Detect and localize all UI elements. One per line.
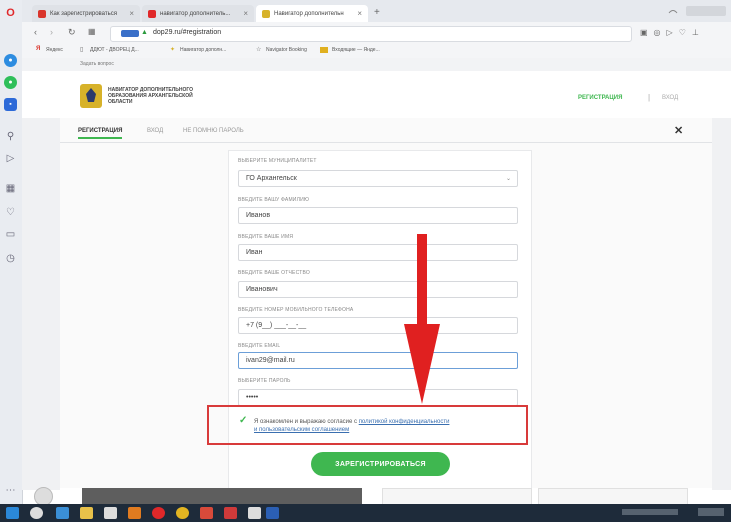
window-controls[interactable]	[686, 6, 726, 16]
messenger-icon[interactable]: ●	[4, 54, 17, 67]
tab-favicon-icon	[148, 9, 156, 18]
app-icon[interactable]	[128, 507, 141, 519]
word-taskbar-icon[interactable]	[266, 507, 279, 519]
tab-registration[interactable]: РЕГИСТРАЦИЯ	[78, 128, 123, 139]
tab-label: навигатор дополнитель...	[160, 10, 231, 17]
taskbar-clock	[698, 508, 724, 516]
vk-icon[interactable]: ▪	[4, 98, 17, 111]
close-tab-icon[interactable]: ×	[129, 9, 134, 18]
header-register-link[interactable]: РЕГИСТРАЦИЯ	[578, 95, 622, 101]
file-explorer-icon[interactable]	[80, 507, 93, 519]
top-info-bar	[22, 58, 731, 72]
bookmark-3[interactable]: Навигатор дополн...	[180, 47, 226, 53]
address-field[interactable]: ▲ dop29.ru/#registration	[110, 26, 632, 42]
annotation-arrow-icon	[404, 234, 440, 404]
region-emblem-icon[interactable]	[80, 84, 102, 108]
password-input[interactable]: •••••	[238, 389, 518, 406]
site-title-line: ОБЛАСТИ	[108, 99, 133, 105]
close-tab-icon[interactable]: ×	[243, 9, 248, 18]
toolbar-icons[interactable]: ▣◎▷♡⊥	[640, 28, 720, 38]
close-modal-icon[interactable]: ✕	[674, 124, 683, 137]
more-icon[interactable]: ⋯	[4, 484, 17, 497]
yandex-bookmark-icon: Я	[36, 46, 41, 52]
news-icon[interactable]: ▭	[4, 228, 17, 241]
whatsapp-icon[interactable]: ●	[4, 76, 17, 89]
tab-label: Навигатор дополнительн	[274, 10, 344, 17]
content-preview-strip	[60, 488, 712, 506]
first-name-label: ВВЕДИТЕ ВАШЕ ИМЯ	[238, 234, 294, 240]
header-login-link[interactable]: ВХОД	[662, 95, 678, 101]
speed-dial-icon[interactable]: ▦	[4, 182, 17, 195]
user-agreement-link[interactable]: и пользовательским соглашением	[254, 427, 349, 433]
wifi-icon	[668, 8, 678, 14]
cortana-icon[interactable]	[30, 507, 43, 519]
consent-text: Я ознакомлен и выражаю согласие с	[254, 419, 358, 425]
url-text: dop29.ru/#registration	[153, 29, 222, 36]
tab-label: Как зарегистрироваться	[50, 10, 117, 17]
patronymic-label: ВВЕДИТЕ ВАШЕ ОТЧЕСТВО	[238, 270, 310, 276]
windows-start-icon[interactable]	[6, 507, 19, 519]
tab-login[interactable]: ВХОД	[147, 128, 163, 134]
forward-icon[interactable]: ›	[50, 27, 53, 37]
bookmark-5[interactable]: Входящие — Янде...	[332, 47, 380, 53]
app-icon[interactable]	[248, 507, 261, 519]
surname-label: ВВЕДИТЕ ВАШУ ФАМИЛИЮ	[238, 197, 310, 203]
bookmark-4[interactable]: Navigator Booking	[266, 47, 307, 53]
tab-forgot-password[interactable]: НЕ ПОМНЮ ПАРОЛЬ	[183, 128, 244, 134]
back-icon[interactable]: ‹	[34, 27, 37, 37]
password-label: ВЫБЕРИТЕ ПАРОЛЬ	[238, 378, 291, 384]
tab-favicon-icon	[262, 9, 270, 18]
task-view-icon[interactable]	[56, 507, 69, 519]
consent-checkbox-check-icon[interactable]: ✓	[239, 415, 247, 426]
app-icon[interactable]	[224, 507, 237, 519]
tab-3-active[interactable]: Навигатор дополнительн ×	[256, 5, 368, 22]
app-icon[interactable]	[200, 507, 213, 519]
bookmark-1[interactable]: Яндекс	[46, 47, 63, 53]
ask-question-link[interactable]: Задать вопрос	[80, 61, 114, 67]
tab-2[interactable]: навигатор дополнитель... ×	[142, 5, 254, 22]
browser-sidebar: O ● ● ▪ ⚲ ▷ ▦ ♡ ▭ ◷ ⋯	[0, 0, 23, 504]
flow-icon[interactable]: ▷	[4, 152, 17, 165]
email-input[interactable]: ivan29@mail.ru	[238, 352, 518, 369]
speed-dial-grid-icon[interactable]: ▦	[88, 27, 96, 36]
bookmark-page-icon: ▯	[80, 47, 84, 53]
phone-label: ВВЕДИТЕ НОМЕР МОБИЛЬНОГО ТЕЛЕФОНА	[238, 307, 354, 313]
new-tab-button[interactable]: +	[374, 7, 380, 18]
media-player-icon[interactable]	[104, 507, 117, 519]
tab-favicon-icon	[38, 9, 46, 18]
tab-1[interactable]: Как зарегистрироваться ×	[32, 5, 140, 22]
bookmark-star-icon: ☆	[256, 47, 262, 53]
phone-input[interactable]: +7 (9__) ___-__-__	[238, 317, 518, 334]
register-submit-button[interactable]: ЗАРЕГИСТРИРОВАТЬСЯ	[311, 452, 450, 476]
close-tab-icon[interactable]: ×	[357, 9, 362, 18]
heart-icon[interactable]: ♡	[4, 206, 17, 219]
bookmark-2[interactable]: ДДЮТ - ДВОРЕЦ Д...	[90, 47, 139, 53]
history-icon[interactable]: ◷	[4, 252, 17, 265]
patronymic-input[interactable]: Иванович	[238, 281, 518, 298]
opera-taskbar-icon[interactable]	[152, 507, 165, 519]
municipality-value: ГО Архангельск	[246, 175, 297, 182]
chevron-down-icon: ⌄	[505, 176, 511, 182]
surname-input[interactable]: Иванов	[238, 207, 518, 224]
search-icon[interactable]: ⚲	[4, 130, 17, 143]
secure-badge	[121, 30, 139, 37]
reload-icon[interactable]: ↻	[68, 27, 76, 38]
system-tray[interactable]	[622, 509, 678, 515]
header-separator: |	[648, 93, 651, 102]
chrome-taskbar-icon[interactable]	[176, 507, 189, 519]
mail-icon	[320, 47, 328, 53]
preview-image	[82, 488, 362, 504]
consent-text-block: Я ознакомлен и выражаю согласие с полити…	[254, 418, 522, 434]
site-title[interactable]: НАВИГАТОР ДОПОЛНИТЕЛЬНОГО ОБРАЗОВАНИЯ АР…	[108, 87, 193, 105]
opera-logo-icon[interactable]: O	[4, 6, 17, 19]
privacy-policy-link[interactable]: политикой конфиденциальности	[359, 419, 450, 425]
first-name-input[interactable]: Иван	[238, 244, 518, 261]
lock-icon: ▲	[141, 29, 148, 36]
bookmark-star-icon: ✦	[170, 47, 176, 53]
municipality-select[interactable]: ГО Архангельск ⌄	[238, 170, 518, 187]
municipality-label: ВЫБЕРИТЕ МУНИЦИПАЛИТЕТ	[238, 158, 317, 164]
email-label: ВВЕДИТЕ EMAIL	[238, 343, 281, 349]
